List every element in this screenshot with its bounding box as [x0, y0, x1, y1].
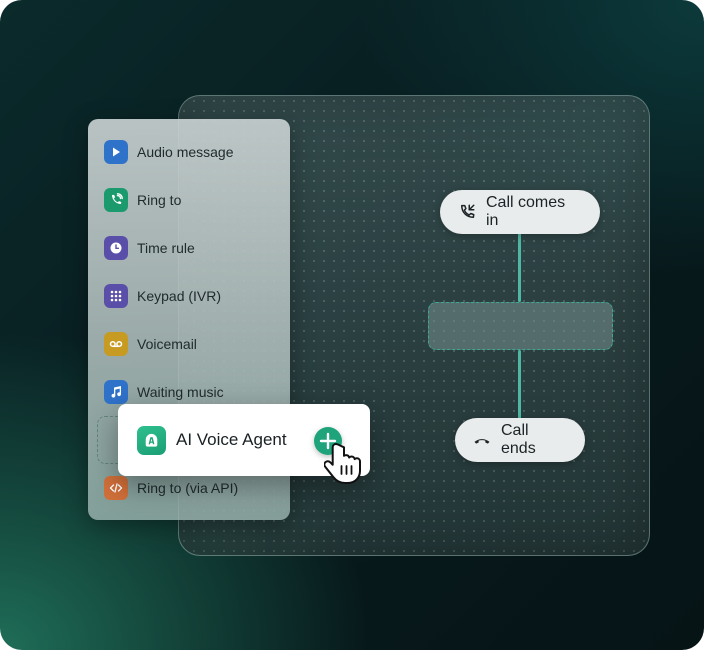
sidebar-item-time-rule[interactable]: Time rule	[104, 233, 284, 263]
sidebar-item-ring-to[interactable]: Ring to	[104, 185, 284, 215]
call-ends-node[interactable]: Call ends	[455, 418, 585, 462]
keypad-icon	[104, 284, 128, 308]
sidebar-item-label: Time rule	[137, 240, 195, 256]
stage-background: Call comes in Call ends Audio message Ri…	[0, 0, 704, 650]
play-icon	[104, 140, 128, 164]
connector-line-bottom	[518, 350, 521, 420]
voicemail-icon	[104, 332, 128, 356]
music-note-icon	[104, 380, 128, 404]
call-comes-in-node[interactable]: Call comes in	[440, 190, 600, 234]
clock-icon	[104, 236, 128, 260]
connector-line-top	[518, 232, 521, 302]
sidebar-item-label: Waiting music	[137, 384, 224, 400]
sidebar-item-voicemail[interactable]: Voicemail	[104, 329, 284, 359]
phone-ring-icon	[104, 188, 128, 212]
code-icon	[104, 476, 128, 500]
call-comes-in-label: Call comes in	[486, 194, 566, 229]
sidebar-item-audio-message[interactable]: Audio message	[104, 137, 284, 167]
hang-up-icon	[474, 439, 490, 444]
sidebar-item-ring-to-api[interactable]: Ring to (via API)	[104, 473, 284, 503]
sidebar-item-label: Audio message	[137, 144, 234, 160]
sidebar-item-label: Ring to (via API)	[137, 480, 239, 496]
sidebar-item-keypad-ivr[interactable]: Keypad (IVR)	[104, 281, 284, 311]
call-ends-label: Call ends	[501, 422, 536, 457]
sidebar-item-label: Ring to	[137, 192, 182, 208]
sidebar-item-label: Keypad (IVR)	[137, 288, 222, 304]
ai-voice-agent-label: AI Voice Agent	[176, 430, 287, 449]
drop-slot[interactable]	[428, 302, 613, 350]
sidebar-item-waiting-music[interactable]: Waiting music	[104, 377, 284, 407]
phone-incoming-icon	[461, 204, 475, 218]
sidebar-item-label: Voicemail	[137, 336, 197, 352]
ai-agent-icon	[137, 426, 166, 455]
hand-pointer-cursor-icon	[324, 443, 361, 484]
